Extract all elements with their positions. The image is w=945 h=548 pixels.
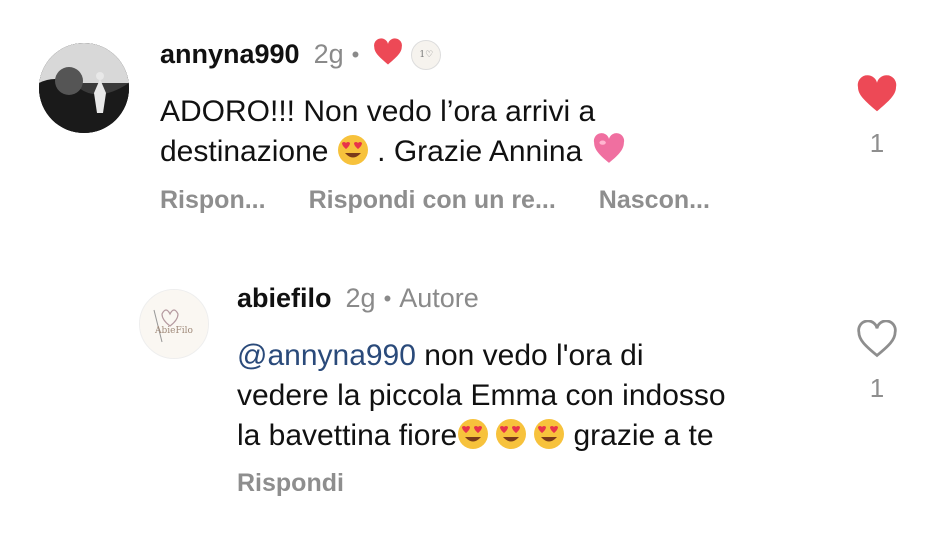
- comment-meta: annyna990 2g • 1♡: [160, 38, 442, 71]
- heart-filled-icon[interactable]: [856, 75, 898, 117]
- comment-text: @annyna990 non vedo l'ora di vedere la p…: [237, 336, 726, 456]
- timestamp: 2g: [313, 39, 344, 69]
- comment-text-segment: grazie a te: [565, 419, 714, 452]
- creator-avatar-icon: 1♡: [411, 39, 442, 70]
- like-count: 1: [869, 128, 885, 158]
- username[interactable]: annyna990: [160, 39, 300, 70]
- comment-text-line: ADORO!!! Non vedo l’ora arrivi a: [160, 95, 596, 128]
- comment-text-line: @annyna990 non vedo l'ora di: [237, 336, 726, 376]
- heart-eyes-emoji-icon: [458, 419, 489, 449]
- comment-text-segment: la bavettina fiore: [237, 419, 458, 452]
- comment-actions: Rispon... Rispondi con un re... Nascon..…: [160, 186, 753, 215]
- comment-actions: Rispondi: [237, 469, 387, 498]
- like-column: 1: [855, 319, 899, 404]
- heart-eyes-emoji-icon: [337, 135, 368, 165]
- mention-link[interactable]: @annyna990: [237, 339, 416, 372]
- comment-meta: abiefilo 2g • Autore: [237, 283, 479, 314]
- separator-dot: •: [351, 41, 360, 67]
- creator-liked-heart-icon: [373, 38, 403, 71]
- avatar-label: AbieFilo: [155, 326, 193, 336]
- timestamp: 2g: [345, 283, 376, 313]
- pink-heart-emoji-icon: [593, 133, 624, 163]
- avatar-abiefilo[interactable]: AbieFilo: [139, 289, 209, 359]
- comment-text-segment: non vedo l'ora di: [415, 339, 644, 372]
- separator-dot: •: [383, 285, 392, 311]
- reply-button[interactable]: Rispondi: [237, 469, 344, 498]
- comment-text: ADORO!!! Non vedo l’ora arrivi a destina…: [160, 92, 627, 172]
- username[interactable]: abiefilo: [237, 283, 332, 314]
- comment-text-line: vedere la piccola Emma con indosso: [237, 379, 726, 412]
- heart-outline-icon[interactable]: [856, 319, 898, 362]
- comment-text-line: destinazione . Grazie Annina: [160, 132, 627, 172]
- avatar-annyna990[interactable]: [39, 43, 129, 133]
- reply-button[interactable]: Rispon...: [160, 186, 266, 215]
- heart-eyes-emoji-icon: [496, 419, 527, 449]
- like-column: 1: [855, 75, 899, 159]
- reply-with-reel-button[interactable]: Rispondi con un re...: [309, 186, 556, 215]
- author-badge: Autore: [399, 283, 479, 313]
- comment-text-segment: destinazione: [160, 135, 329, 168]
- hide-button[interactable]: Nascon...: [599, 186, 710, 215]
- comment-text-line: la bavettina fiore grazie a te: [237, 416, 726, 456]
- comment-text-segment: . Grazie Annina: [377, 135, 583, 168]
- heart-eyes-emoji-icon: [534, 419, 565, 449]
- like-count: 1: [869, 373, 885, 403]
